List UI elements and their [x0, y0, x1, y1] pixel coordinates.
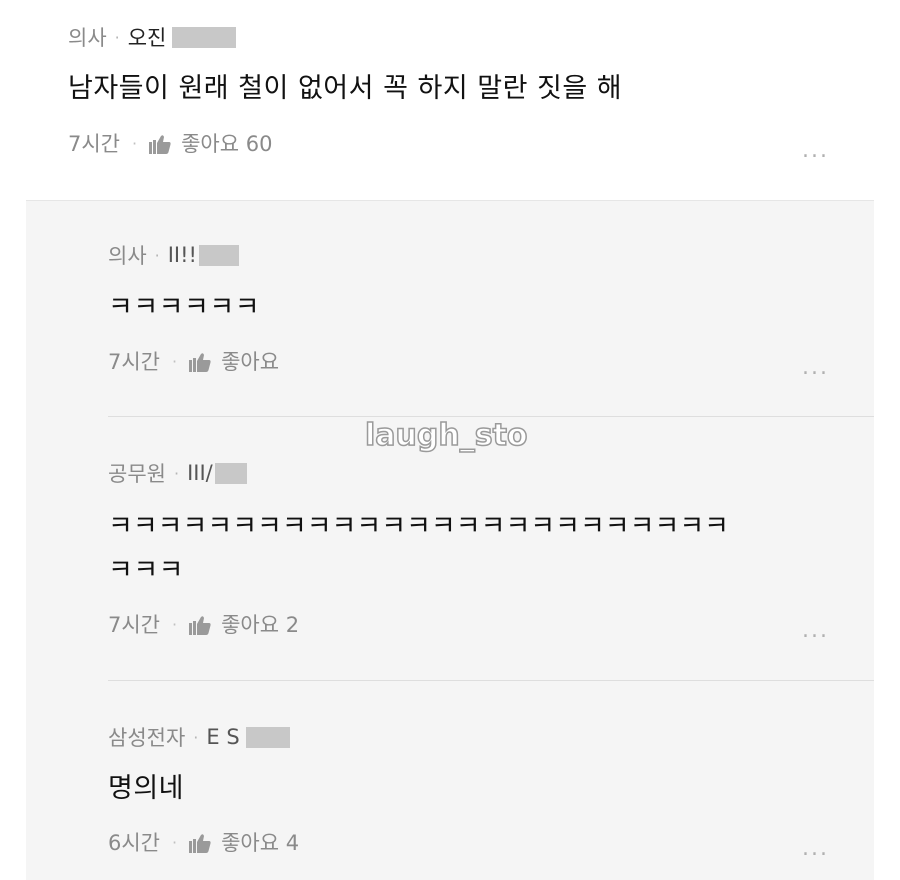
- censored-name-block: [245, 726, 290, 748]
- reply-time: 7시간: [108, 350, 161, 374]
- thumbs-up-icon[interactable]: [189, 615, 211, 635]
- reply-text-line-2: ㅋㅋㅋ: [108, 555, 185, 586]
- reply-author[interactable]: 삼성전자 · E S: [108, 722, 290, 752]
- comment-author[interactable]: 의사 · 오진: [68, 22, 237, 52]
- thumbs-up-icon[interactable]: [189, 833, 211, 853]
- separator-dot: ·: [172, 832, 178, 852]
- reply-text: 명의네: [108, 773, 185, 804]
- separator-dot: ·: [173, 463, 180, 483]
- reply-footer: 6시간 · 좋아요 4: [108, 827, 299, 857]
- separator-dot: ·: [114, 27, 120, 47]
- more-options-icon[interactable]: ...: [802, 836, 829, 861]
- thumbs-up-icon[interactable]: [189, 352, 211, 372]
- reply-author[interactable]: 공무원 · III/: [108, 458, 247, 488]
- censored-name-block: [198, 244, 239, 266]
- comment-footer: 7시간 · 좋아요 60: [68, 128, 272, 158]
- separator-dot: ·: [154, 245, 160, 265]
- comment-text: 남자들이 원래 철이 없어서 꼭 하지 말란 짓을 해: [68, 73, 623, 104]
- reply-time: 6시간: [108, 831, 161, 855]
- censored-name-block: [214, 462, 247, 484]
- watermark: laugh_sto: [364, 417, 528, 454]
- reply-footer: 7시간 · 좋아요 2: [108, 609, 299, 639]
- author-job: 의사: [108, 244, 147, 268]
- author-job: 공무원: [108, 462, 166, 486]
- reply-divider: [108, 680, 874, 681]
- separator-dot: ·: [172, 614, 178, 634]
- reply-text-line-1: ㅋㅋㅋㅋㅋㅋㅋㅋㅋㅋㅋㅋㅋㅋㅋㅋㅋㅋㅋㅋㅋㅋㅋㅋㅋ: [108, 511, 729, 542]
- author-name: II!!: [167, 243, 197, 267]
- reply-time: 7시간: [108, 613, 161, 637]
- author-name: 오진: [127, 26, 167, 50]
- more-options-icon[interactable]: ...: [802, 355, 829, 380]
- author-name: E S: [206, 725, 240, 749]
- like-button-label[interactable]: 좋아요 4: [221, 827, 299, 857]
- author-job: 삼성전자: [108, 726, 186, 750]
- comment-time: 7시간: [68, 132, 121, 156]
- like-button-label[interactable]: 좋아요 60: [181, 128, 272, 158]
- more-options-icon[interactable]: ...: [802, 138, 829, 163]
- separator-dot: ·: [193, 727, 199, 747]
- more-options-icon[interactable]: ...: [802, 618, 829, 643]
- thumbs-up-icon[interactable]: [149, 134, 171, 154]
- author-name: III/: [187, 461, 213, 485]
- like-button-label[interactable]: 좋아요 2: [221, 609, 299, 639]
- reply-divider: [108, 416, 874, 417]
- reply-author[interactable]: 의사 · II!!: [108, 240, 239, 270]
- separator-dot: ·: [172, 351, 178, 371]
- reply-footer: 7시간 · 좋아요: [108, 346, 279, 376]
- like-button-label[interactable]: 좋아요: [221, 346, 279, 376]
- censored-name-block: [172, 26, 237, 48]
- reply-text: ㅋㅋㅋㅋㅋㅋ: [108, 292, 261, 323]
- author-job: 의사: [68, 26, 107, 50]
- main-comment: 의사 · 오진 남자들이 원래 철이 없어서 꼭 하지 말란 짓을 해 7시간 …: [0, 0, 900, 200]
- separator-dot: ·: [132, 133, 138, 153]
